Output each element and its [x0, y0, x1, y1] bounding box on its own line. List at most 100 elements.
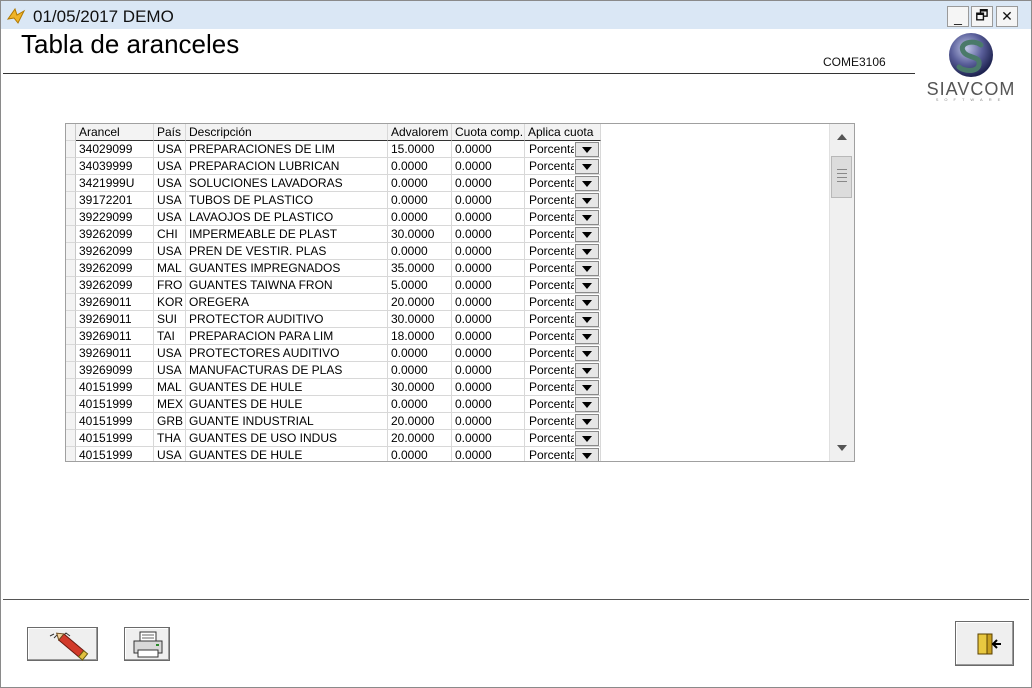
row-selector[interactable] — [66, 294, 76, 311]
cell-arancel[interactable]: 39262099 — [76, 277, 154, 294]
cell-descripcion[interactable]: GUANTES DE HULE — [186, 379, 388, 396]
cell-cuota[interactable]: 0.0000 — [452, 413, 525, 430]
cell-advalorem[interactable]: 0.0000 — [388, 345, 452, 362]
table-row[interactable]: 40151999 MEX GUANTES DE HULE 0.0000 0.0000 Po… — [66, 396, 829, 413]
dropdown-button[interactable] — [575, 244, 599, 259]
table-row[interactable]: 39262099 FRO GUANTES TAIWNA FRON 5.0000 0.00… — [66, 277, 829, 294]
table-row[interactable]: 39262099 CHI IMPERMEABLE DE PLAST 30.0000 0.… — [66, 226, 829, 243]
table-row[interactable]: 39229099 USA LAVAOJOS DE PLASTICO 0.0000 0.0… — [66, 209, 829, 226]
cell-advalorem[interactable]: 20.0000 — [388, 413, 452, 430]
cell-advalorem[interactable]: 15.0000 — [388, 141, 452, 158]
cell-advalorem[interactable]: 0.0000 — [388, 243, 452, 260]
scroll-up-icon[interactable] — [837, 134, 847, 140]
cell-pais[interactable]: KOR — [154, 294, 186, 311]
cell-descripcion[interactable]: PROTECTOR AUDITIVO — [186, 311, 388, 328]
cell-descripcion[interactable]: PROTECTORES AUDITIVO — [186, 345, 388, 362]
aplica-cuota-select[interactable]: Porcentaje — [526, 261, 601, 276]
dropdown-button[interactable] — [575, 448, 599, 461]
cell-pais[interactable]: SUI — [154, 311, 186, 328]
cell-advalorem[interactable]: 35.0000 — [388, 260, 452, 277]
cell-pais[interactable]: USA — [154, 158, 186, 175]
row-selector[interactable] — [66, 277, 76, 294]
dropdown-button[interactable] — [575, 431, 599, 446]
cell-cuota[interactable]: 0.0000 — [452, 328, 525, 345]
cell-descripcion[interactable]: OREGERA — [186, 294, 388, 311]
cell-arancel[interactable]: 34029099 — [76, 141, 154, 158]
close-button[interactable]: ✕ — [996, 6, 1018, 27]
aplica-cuota-select[interactable]: Porcentaje — [526, 363, 601, 378]
cell-cuota[interactable]: 0.0000 — [452, 226, 525, 243]
row-selector[interactable] — [66, 175, 76, 192]
cell-pais[interactable]: GRB — [154, 413, 186, 430]
cell-descripcion[interactable]: LAVAOJOS DE PLASTICO — [186, 209, 388, 226]
table-row[interactable]: 40151999 USA GUANTES DE HULE 0.0000 0.0000 Po… — [66, 447, 829, 461]
cell-descripcion[interactable]: MANUFACTURAS DE PLAS — [186, 362, 388, 379]
cell-cuota[interactable]: 0.0000 — [452, 430, 525, 447]
dropdown-button[interactable] — [575, 210, 599, 225]
cell-cuota[interactable]: 0.0000 — [452, 362, 525, 379]
cell-cuota[interactable]: 0.0000 — [452, 345, 525, 362]
minimize-button[interactable]: _ — [947, 6, 969, 27]
cell-arancel[interactable]: 39269011 — [76, 311, 154, 328]
cell-pais[interactable]: TAI — [154, 328, 186, 345]
row-selector[interactable] — [66, 141, 76, 158]
cell-advalorem[interactable]: 0.0000 — [388, 175, 452, 192]
cell-descripcion[interactable]: TUBOS DE PLASTICO — [186, 192, 388, 209]
scroll-down-icon[interactable] — [837, 445, 847, 451]
cell-advalorem[interactable]: 0.0000 — [388, 447, 452, 461]
dropdown-button[interactable] — [575, 414, 599, 429]
title-bar[interactable]: 01/05/2017 DEMO _ 🗗 ✕ — [1, 1, 1031, 29]
print-button[interactable] — [124, 627, 170, 661]
cell-pais[interactable]: CHI — [154, 226, 186, 243]
column-header-arancel[interactable]: Arancel — [76, 124, 154, 141]
cell-pais[interactable]: MAL — [154, 379, 186, 396]
cell-cuota[interactable]: 0.0000 — [452, 260, 525, 277]
cell-cuota[interactable]: 0.0000 — [452, 311, 525, 328]
row-selector[interactable] — [66, 396, 76, 413]
tariff-grid[interactable]: Arancel País Descripción Advalorem Cuota… — [65, 123, 855, 462]
aplica-cuota-select[interactable]: Porcentaje — [526, 227, 601, 242]
dropdown-button[interactable] — [575, 397, 599, 412]
table-row[interactable]: 39269011 TAI PREPARACION PARA LIM 18.0000 0.… — [66, 328, 829, 345]
cell-pais[interactable]: USA — [154, 447, 186, 461]
table-row[interactable]: 39269011KOROREGERA20.00000.0000 Porcentaj… — [66, 294, 829, 311]
cell-descripcion[interactable]: IMPERMEABLE DE PLAST — [186, 226, 388, 243]
table-row[interactable]: 39172201 USA TUBOS DE PLASTICO 0.0000 0.0000… — [66, 192, 829, 209]
row-selector[interactable] — [66, 447, 76, 461]
row-selector[interactable] — [66, 413, 76, 430]
cell-descripcion[interactable]: PREPARACIONES DE LIM — [186, 141, 388, 158]
aplica-cuota-select[interactable]: Porcentaje — [526, 244, 601, 259]
exit-button[interactable] — [955, 621, 1014, 666]
aplica-cuota-select[interactable]: Porcentaje — [526, 414, 601, 429]
cell-arancel[interactable]: 39269011 — [76, 345, 154, 362]
cell-advalorem[interactable]: 20.0000 — [388, 294, 452, 311]
cell-cuota[interactable]: 0.0000 — [452, 192, 525, 209]
row-selector[interactable] — [66, 430, 76, 447]
table-row[interactable]: 34029099 USA PREPARACIONES DE LIM 15.0000 0.… — [66, 141, 829, 158]
dropdown-button[interactable] — [575, 176, 599, 191]
table-row[interactable]: 3421999U USA SOLUCIONES LAVADORAS 0.0000 0.0… — [66, 175, 829, 192]
cell-arancel[interactable]: 39269011 — [76, 294, 154, 311]
cell-cuota[interactable]: 0.0000 — [452, 294, 525, 311]
row-selector[interactable] — [66, 379, 76, 396]
aplica-cuota-select[interactable]: Porcentaje — [526, 448, 601, 461]
cell-cuota[interactable]: 0.0000 — [452, 209, 525, 226]
cell-descripcion[interactable]: GUANTE INDUSTRIAL — [186, 413, 388, 430]
cell-arancel[interactable]: 39262099 — [76, 226, 154, 243]
cell-cuota[interactable]: 0.0000 — [452, 141, 525, 158]
cell-arancel[interactable]: 39269099 — [76, 362, 154, 379]
column-header-advalorem[interactable]: Advalorem — [388, 124, 452, 141]
cell-descripcion[interactable]: PREN DE VESTIR. PLAS — [186, 243, 388, 260]
cell-advalorem[interactable]: 30.0000 — [388, 379, 452, 396]
aplica-cuota-select[interactable]: Porcentaje — [526, 431, 601, 446]
table-row[interactable]: 40151999 MAL GUANTES DE HULE 30.0000 0.0000 P… — [66, 379, 829, 396]
cell-advalorem[interactable]: 0.0000 — [388, 396, 452, 413]
cell-arancel[interactable]: 3421999U — [76, 175, 154, 192]
aplica-cuota-select[interactable]: Porcentaje — [526, 159, 601, 174]
table-row[interactable]: 39262099 USA PREN DE VESTIR. PLAS 0.0000 0.0… — [66, 243, 829, 260]
cell-arancel[interactable]: 40151999 — [76, 430, 154, 447]
cell-advalorem[interactable]: 20.0000 — [388, 430, 452, 447]
table-row[interactable]: 39262099 MAL GUANTES IMPREGNADOS 35.0000 0.0… — [66, 260, 829, 277]
aplica-cuota-select[interactable]: Porcentaje — [526, 142, 601, 157]
cell-cuota[interactable]: 0.0000 — [452, 277, 525, 294]
